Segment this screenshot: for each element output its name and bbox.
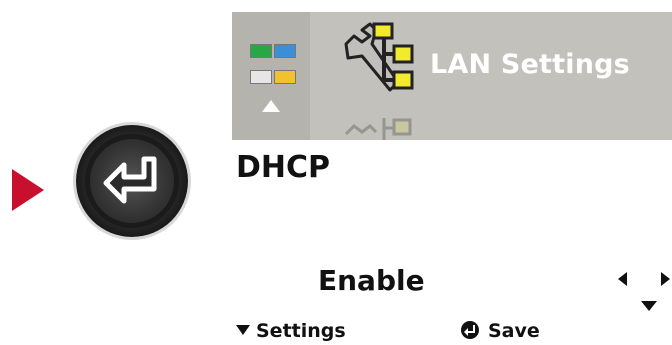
nav-arrows-icon bbox=[618, 272, 670, 311]
pointer-arrow-icon bbox=[12, 169, 44, 211]
lan-settings-icon bbox=[344, 22, 414, 92]
left-arrow-icon bbox=[618, 272, 627, 286]
right-arrow-icon bbox=[661, 272, 670, 286]
printer-lcd-screen: LAN Settings DHCP Enable Settings Save bbox=[232, 12, 672, 345]
save-label: Save bbox=[488, 320, 540, 342]
save-softkey[interactable]: Save bbox=[460, 320, 540, 342]
settings-softkey[interactable]: Settings bbox=[236, 320, 346, 342]
menu-tile-icon bbox=[250, 44, 272, 58]
page-title: LAN Settings bbox=[430, 49, 630, 80]
down-arrow-icon bbox=[641, 301, 657, 311]
down-triangle-icon bbox=[236, 324, 250, 335]
menu-indicator bbox=[232, 12, 310, 140]
enter-key-icon bbox=[103, 156, 157, 204]
menu-tile-icon bbox=[274, 70, 296, 84]
enter-small-icon bbox=[461, 320, 479, 339]
settings-label: Settings bbox=[256, 320, 346, 342]
setting-name: DHCP bbox=[236, 150, 331, 185]
menu-tile-icon bbox=[250, 70, 272, 84]
menu-tile-icon bbox=[274, 44, 296, 58]
next-menu-lan-icon bbox=[344, 118, 412, 140]
setting-value[interactable]: Enable bbox=[318, 264, 425, 297]
up-arrow-icon bbox=[262, 100, 280, 112]
enter-button[interactable] bbox=[76, 125, 188, 237]
screen-header: LAN Settings bbox=[232, 12, 672, 140]
